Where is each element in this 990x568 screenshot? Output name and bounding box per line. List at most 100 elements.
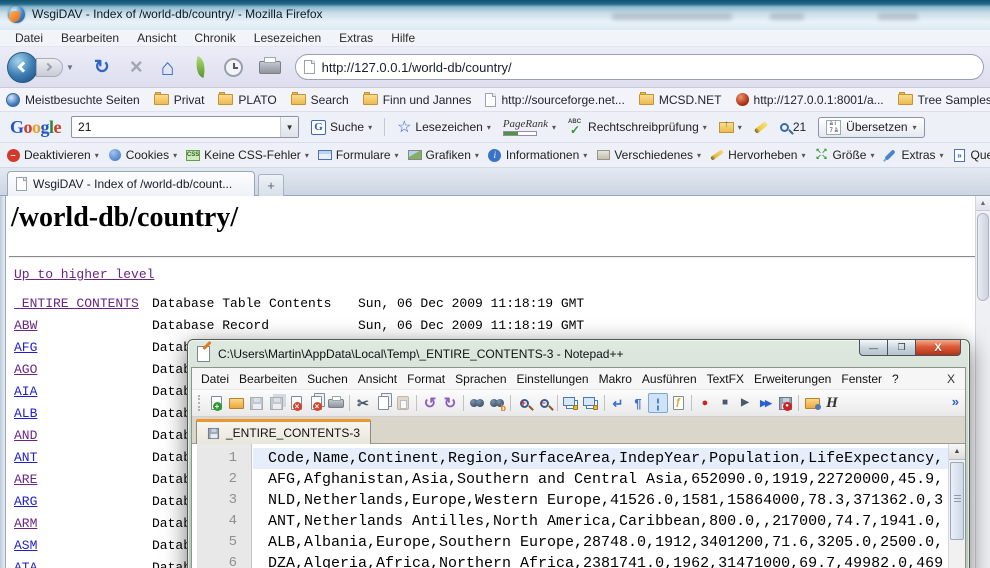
notepad-menu-textfx[interactable]: TextFX bbox=[707, 372, 744, 386]
paste-icon[interactable] bbox=[393, 393, 413, 413]
dir-entry-link[interactable]: ASM bbox=[14, 538, 37, 553]
notepad-menu-makro[interactable]: Makro bbox=[599, 372, 632, 386]
dir-entry-link[interactable]: ATA bbox=[14, 560, 37, 568]
forward-button[interactable] bbox=[36, 58, 63, 77]
scroll-thumb[interactable] bbox=[977, 213, 989, 301]
google-pagerank-button[interactable]: PageRank ▾ bbox=[503, 118, 556, 136]
close-button[interactable]: X bbox=[916, 339, 961, 356]
notepad-menu-ansicht[interactable]: Ansicht bbox=[358, 372, 397, 386]
macro-record-icon[interactable]: ● bbox=[695, 393, 715, 413]
macro-stop-icon[interactable]: ■ bbox=[715, 393, 735, 413]
bookmark-item[interactable]: Meistbesuchte Seiten bbox=[6, 93, 140, 107]
notepad-menu-sprachen[interactable]: Sprachen bbox=[455, 372, 506, 386]
menu-datei[interactable]: Datei bbox=[6, 31, 52, 45]
editor-area[interactable]: 123456 Code,Name,Continent,Region,Surfac… bbox=[192, 444, 965, 568]
sage-leaf-icon[interactable] bbox=[192, 56, 208, 78]
macro-run-multiple-icon[interactable]: ▶▶ bbox=[755, 393, 775, 413]
indent-guide-icon[interactable]: ¦ bbox=[648, 393, 668, 413]
notepad-menu-erweiterungen[interactable]: Erweiterungen bbox=[754, 372, 831, 386]
notepad-menu-suchen[interactable]: Suchen bbox=[307, 372, 348, 386]
bookmark-item[interactable]: Finn und Jannes bbox=[363, 93, 472, 107]
devtool-tools-button[interactable]: Extras▾ bbox=[883, 148, 943, 162]
dir-entry-link[interactable]: ALB bbox=[14, 406, 37, 421]
dir-entry-link[interactable]: AGO bbox=[14, 362, 37, 377]
zoom-out-icon[interactable]: − bbox=[534, 393, 554, 413]
menu-bearbeiten[interactable]: Bearbeiten bbox=[52, 31, 128, 45]
print-icon[interactable] bbox=[326, 393, 346, 413]
dir-entry-link[interactable]: ANT bbox=[14, 450, 37, 465]
devtool-disable-button[interactable]: –Deaktivieren▾ bbox=[6, 148, 99, 162]
devtool-info-button[interactable]: iInformationen▾ bbox=[488, 148, 587, 162]
devtool-forms-button[interactable]: Formulare▾ bbox=[318, 148, 399, 162]
firefox-titlebar[interactable]: WsgiDAV - Index of /world-db/country/ - … bbox=[0, 0, 990, 30]
devtool-cookies-button[interactable]: Cookies▾ bbox=[108, 148, 177, 162]
menu-ansicht[interactable]: Ansicht bbox=[128, 31, 185, 45]
save-icon[interactable] bbox=[246, 393, 266, 413]
bookmark-item[interactable]: http://sourceforge.net... bbox=[485, 93, 624, 107]
bookmark-item[interactable]: Search bbox=[291, 93, 349, 107]
cut-icon[interactable]: ✂ bbox=[353, 393, 373, 413]
dir-entry-link[interactable]: ARE bbox=[14, 472, 37, 487]
browser-scrollbar[interactable]: ▲ bbox=[975, 196, 990, 568]
toolbar-overflow-icon[interactable]: » bbox=[952, 394, 959, 409]
sync-scroll-h-icon[interactable] bbox=[581, 393, 601, 413]
close-doc-icon[interactable]: × bbox=[286, 393, 306, 413]
doc-map-icon[interactable]: ƒ bbox=[668, 393, 688, 413]
google-find-counter[interactable]: 21 bbox=[780, 120, 806, 134]
replace-icon[interactable]: b bbox=[487, 393, 507, 413]
new-tab-button[interactable]: + bbox=[258, 174, 284, 196]
document-tab[interactable]: _ENTIRE_CONTENTS-3 bbox=[196, 419, 371, 444]
notepad-menu-ausfhren[interactable]: Ausführen bbox=[642, 372, 697, 386]
dir-entry-link[interactable]: AND bbox=[14, 428, 37, 443]
close-all-docs-icon[interactable]: × bbox=[306, 393, 326, 413]
dir-entry-link[interactable]: AIA bbox=[14, 384, 37, 399]
menu-extras[interactable]: Extras bbox=[330, 31, 382, 45]
show-all-chars-icon[interactable]: ¶ bbox=[628, 393, 648, 413]
devtool-css-button[interactable]: CSSKeine CSS-Fehler▾ bbox=[186, 148, 309, 162]
scroll-up-arrow[interactable]: ▲ bbox=[976, 196, 990, 211]
new-file-icon[interactable]: + bbox=[206, 393, 226, 413]
google-highlighter-button[interactable] bbox=[754, 125, 768, 130]
redo-icon[interactable]: ↻ bbox=[440, 393, 460, 413]
notepad-menu-format[interactable]: Format bbox=[407, 372, 445, 386]
toolbar-drag-handle[interactable] bbox=[198, 395, 201, 411]
copy-icon[interactable] bbox=[373, 393, 393, 413]
devtool-images-button[interactable]: Grafiken▾ bbox=[408, 148, 479, 162]
devtool-resize-button[interactable]: ↖↗↙↘Größe▾ bbox=[814, 148, 874, 162]
sync-scroll-v-icon[interactable] bbox=[561, 393, 581, 413]
google-search-box[interactable]: 21 ▼ bbox=[71, 116, 299, 138]
print-button[interactable] bbox=[259, 61, 281, 74]
scroll-up-arrow[interactable]: ▲ bbox=[949, 444, 965, 460]
reload-button[interactable]: ↻ bbox=[94, 56, 110, 79]
minimize-button[interactable]: — bbox=[859, 339, 888, 356]
explorer-icon[interactable] bbox=[802, 393, 822, 413]
notepad-menu-bearbeiten[interactable]: Bearbeiten bbox=[239, 372, 297, 386]
word-wrap-icon[interactable]: ↵ bbox=[608, 393, 628, 413]
dir-entry-link[interactable]: ABW bbox=[14, 318, 37, 333]
dir-entry-link[interactable]: ARM bbox=[14, 516, 37, 531]
editor-scrollbar[interactable]: ▲ bbox=[948, 444, 965, 568]
scroll-thumb[interactable] bbox=[950, 462, 964, 540]
find-icon[interactable] bbox=[467, 393, 487, 413]
notepad-titlebar[interactable]: C:\Users\Martin\AppData\Local\Temp\_ENTI… bbox=[188, 340, 969, 367]
bookmark-item[interactable]: http://127.0.0.1:8001/a... bbox=[736, 93, 884, 107]
notepad-menu-?[interactable]: ? bbox=[892, 372, 899, 386]
tab-wsgidav[interactable]: WsgiDAV - Index of /world-db/count... bbox=[7, 171, 255, 196]
history-dropdown-icon[interactable]: ▼ bbox=[66, 63, 74, 72]
notepad-menu-datei[interactable]: Datei bbox=[201, 372, 229, 386]
menu-chronik[interactable]: Chronik bbox=[185, 31, 244, 45]
google-translate-button[interactable]: a i7 ä Übersetzen ▾ bbox=[818, 117, 924, 138]
bookmark-item[interactable]: PLATO bbox=[218, 93, 276, 107]
history-clock-icon[interactable] bbox=[224, 58, 243, 77]
devtool-source-button[interactable]: »Quelltext▾ bbox=[953, 148, 990, 162]
bookmark-item[interactable]: MCSD.NET bbox=[639, 93, 722, 107]
devtool-outline-button[interactable]: Hervorheben▾ bbox=[710, 148, 805, 162]
html-preview-icon[interactable]: H bbox=[822, 393, 842, 413]
dir-entry-link[interactable]: AFG bbox=[14, 340, 37, 355]
macro-play-icon[interactable]: ▶ bbox=[735, 393, 755, 413]
close-document-button[interactable]: X bbox=[947, 372, 955, 386]
google-search-button[interactable]: G Suche ▾ bbox=[311, 120, 372, 135]
dir-entry-link[interactable]: ARG bbox=[14, 494, 37, 509]
open-file-icon[interactable] bbox=[226, 393, 246, 413]
google-search-dropdown-icon[interactable]: ▼ bbox=[280, 117, 298, 137]
